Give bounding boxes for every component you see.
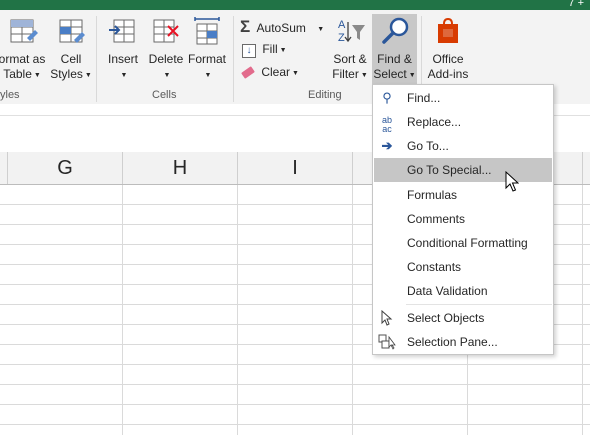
menu-item-find[interactable]: ⚲ Find... <box>374 86 552 110</box>
column-header-i[interactable]: I <box>238 152 353 184</box>
menu-item-label: Go To... <box>407 139 449 153</box>
column-header-partial[interactable] <box>0 152 8 184</box>
svg-text:Z: Z <box>338 32 345 44</box>
clear-button[interactable]: Clear ▼ <box>241 65 299 79</box>
menu-item-select-objects[interactable]: Select Objects <box>374 306 552 330</box>
menu-item-conditional-formatting[interactable]: Conditional Formatting <box>374 231 552 255</box>
sort-filter-icon: A Z <box>338 19 365 44</box>
cell-styles-label-2: Styles <box>50 67 83 81</box>
chevron-down-icon: ▼ <box>33 72 41 79</box>
insert-cells-icon <box>109 19 135 43</box>
mouse-pointer-icon <box>505 171 519 192</box>
autosum-button[interactable]: Σ AutoSum ▼ <box>240 17 324 37</box>
search-icon: ⚲ <box>382 90 392 105</box>
selection-pane-icon <box>378 330 396 359</box>
menu-item-label: Replace... <box>407 115 462 129</box>
menu-item-label: Selection Pane... <box>407 335 498 349</box>
cell-styles-label-1: Cell <box>60 52 82 66</box>
find-select-menu: ⚲ Find... ab ac Replace... ➔ Go To... Go … <box>372 84 554 355</box>
format-as-table-icon <box>10 19 38 43</box>
delete-label: Delete <box>148 52 184 66</box>
find-select-button[interactable]: Find & Select ▼ <box>372 14 417 90</box>
office-addins-label-1: Office <box>432 52 464 66</box>
delete-button[interactable]: Delete ▼ <box>146 16 186 83</box>
chevron-down-icon: ▼ <box>360 72 368 79</box>
menu-item-label: Formulas <box>407 188 458 202</box>
eraser-icon <box>241 66 255 79</box>
styles-group-label: yles <box>0 89 20 101</box>
sort-filter-label-1: Sort & <box>333 52 367 66</box>
title-bar: 7 + <box>0 0 590 10</box>
cell-styles-button[interactable]: Cell Styles ▼ <box>50 16 92 83</box>
office-store-icon <box>438 17 458 43</box>
find-select-label-2: Select <box>373 67 407 81</box>
chevron-down-icon: ▼ <box>279 47 287 54</box>
format-as-table-label-1: ormat as <box>0 52 46 66</box>
insert-label: Insert <box>107 52 138 66</box>
chevron-down-icon: ▼ <box>84 72 92 79</box>
autosum-label: AutoSum <box>256 21 306 35</box>
chevron-down-icon: ▼ <box>163 72 171 79</box>
autosum-icon: Σ <box>240 17 251 36</box>
find-magnifier-icon <box>381 17 408 44</box>
column-header-g[interactable]: G <box>8 152 123 184</box>
office-addins-button[interactable]: Office Add-ins <box>424 16 472 82</box>
fill-label: Fill <box>262 42 278 56</box>
chevron-down-icon: ▼ <box>292 70 299 77</box>
menu-item-label: Conditional Formatting <box>407 236 528 250</box>
svg-text:A: A <box>338 19 346 31</box>
format-button[interactable]: Format ▼ <box>186 16 228 83</box>
chevron-down-icon: ▼ <box>408 72 416 79</box>
sort-filter-button[interactable]: A Z Sort & Filter ▼ <box>328 16 372 83</box>
replace-icon: ab ac <box>381 115 392 134</box>
menu-item-formulas[interactable]: Formulas <box>374 183 552 207</box>
cell-styles-icon <box>59 19 85 43</box>
format-as-table-button[interactable]: ormat as Table ▼ <box>0 16 48 83</box>
office-addins-label-2: Add-ins <box>427 67 469 81</box>
editing-group-label: Editing <box>308 89 342 101</box>
menu-item-label: Comments <box>407 212 466 226</box>
menu-item-constants[interactable]: Constants <box>374 255 552 279</box>
menu-item-comments[interactable]: Comments <box>374 207 552 231</box>
format-label: Format <box>187 52 226 66</box>
quick-access-text: 7 + <box>568 0 584 9</box>
menu-item-replace[interactable]: ab ac Replace... <box>374 110 552 134</box>
menu-item-data-validation[interactable]: Data Validation <box>374 279 552 303</box>
menu-item-selection-pane[interactable]: Selection Pane... <box>374 330 552 354</box>
group-divider <box>233 16 234 102</box>
menu-item-go-to[interactable]: ➔ Go To... <box>374 134 552 158</box>
delete-cells-icon <box>153 19 179 43</box>
fill-button[interactable]: ↓ Fill ▼ <box>242 42 287 58</box>
menu-item-label: Select Objects <box>407 311 485 325</box>
column-header-h[interactable]: H <box>123 152 238 184</box>
menu-item-label: Constants <box>407 260 462 274</box>
fill-down-icon: ↓ <box>242 44 256 58</box>
menu-item-label: Find... <box>407 91 441 105</box>
group-divider <box>96 16 97 102</box>
format-cells-icon <box>194 17 220 45</box>
cells-group-label: Cells <box>152 89 177 101</box>
menu-item-go-to-special[interactable]: Go To Special... <box>374 158 552 182</box>
chevron-down-icon: ▼ <box>317 26 325 33</box>
arrow-right-icon: ➔ <box>381 138 393 153</box>
menu-item-label: Go To Special... <box>407 163 492 177</box>
menu-separator <box>406 304 552 305</box>
chevron-down-icon: ▼ <box>204 72 212 79</box>
clear-label: Clear <box>261 65 291 79</box>
insert-button[interactable]: Insert ▼ <box>102 16 144 83</box>
sort-filter-label-2: Filter <box>332 67 359 81</box>
menu-item-label: Data Validation <box>407 284 488 298</box>
format-as-table-label-2: Table <box>3 67 32 81</box>
find-select-label-1: Find & <box>377 52 412 66</box>
chevron-down-icon: ▼ <box>120 72 128 79</box>
